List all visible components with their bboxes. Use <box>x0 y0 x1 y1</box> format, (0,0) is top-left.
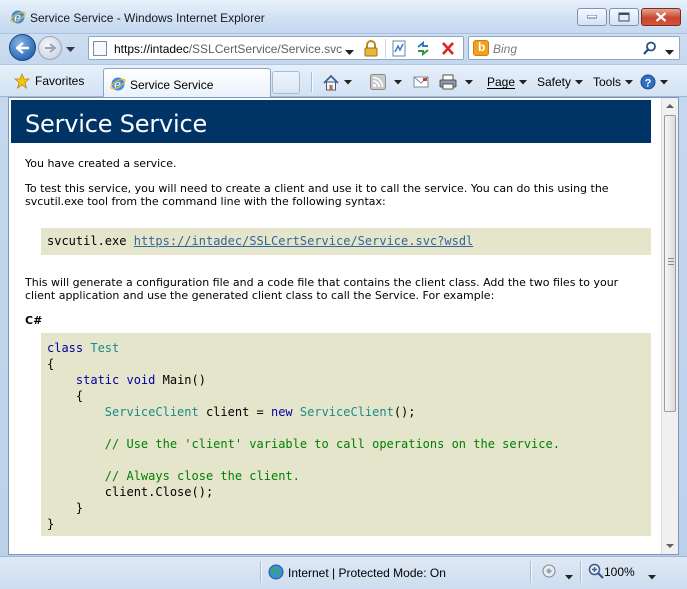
code-line: client.Close(); <box>104 485 214 499</box>
refresh-icon[interactable] <box>415 40 431 60</box>
address-input[interactable]: https://intadec/SSLCertService/Service.s… <box>114 42 342 56</box>
help-icon: ? <box>640 74 656 90</box>
security-zone-status[interactable]: Internet | Protected Mode: On <box>288 566 446 580</box>
address-domain: https://intadec <box>114 42 189 56</box>
compatibility-view-icon[interactable] <box>391 40 407 60</box>
read-mail-button[interactable] <box>413 73 429 91</box>
code-line: { <box>75 389 84 403</box>
address-path: /SSLCertService/Service.svc <box>188 42 343 56</box>
web-page: Service Service You have created a servi… <box>9 98 663 554</box>
home-dropdown-icon[interactable] <box>344 79 352 85</box>
vertical-scrollbar[interactable] <box>661 98 678 554</box>
page-dropdown-icon <box>519 79 528 84</box>
search-input[interactable]: Bing <box>493 42 517 56</box>
intro-text: You have created a service. <box>25 157 177 170</box>
maximize-button[interactable] <box>609 8 639 26</box>
navigation-bar: https://intadec/SSLCertService/Service.s… <box>0 34 687 62</box>
svcutil-command: svcutil.exe <box>47 234 127 248</box>
title-bar: e Service Service - Windows Internet Exp… <box>0 0 687 34</box>
page-icon <box>93 41 107 56</box>
window-title: Service Service - Windows Internet Explo… <box>30 11 265 25</box>
zoom-icon[interactable] <box>588 563 604 582</box>
status-bar: Internet | Protected Mode: On 100% <box>0 556 687 589</box>
page-heading-bar: Service Service <box>11 100 651 143</box>
code-comment: // Use the 'client' variable to call ope… <box>104 437 560 451</box>
svg-text:?: ? <box>645 77 652 89</box>
code-sample-box: class Test { static void Main() { Servic… <box>41 333 651 536</box>
home-button[interactable] <box>322 73 352 91</box>
code-line: { <box>47 357 55 371</box>
help-button[interactable]: ? <box>640 73 668 91</box>
forward-button[interactable] <box>38 36 62 60</box>
scrollbar-thumb[interactable] <box>664 115 676 412</box>
zoom-level[interactable]: 100% <box>604 565 635 579</box>
code-line: ServiceClient client = new ServiceClient… <box>104 405 416 419</box>
internet-globe-icon <box>268 564 284 583</box>
minimize-button[interactable] <box>577 8 607 26</box>
back-button[interactable] <box>9 34 36 61</box>
code-line: class Test <box>47 341 120 355</box>
print-icon <box>439 74 457 90</box>
print-button[interactable] <box>439 73 473 91</box>
page-menu[interactable]: Page <box>485 73 528 91</box>
tab-ie-icon: e <box>110 76 126 95</box>
help-dropdown-icon <box>660 79 668 84</box>
close-window-button[interactable] <box>641 8 681 26</box>
protected-mode-icon[interactable] <box>541 563 559 582</box>
code-comment: // Always close the client. <box>104 469 300 483</box>
address-dropdown-icon[interactable] <box>345 45 354 59</box>
language-label: C# <box>25 314 43 327</box>
ie-logo-icon: e <box>10 9 26 25</box>
safety-dropdown-icon <box>575 79 584 84</box>
generate-instructions: This will generate a configuration file … <box>25 276 619 302</box>
favorites-button[interactable]: Favorites <box>14 71 84 91</box>
tools-dropdown-icon <box>625 79 634 84</box>
scroll-up-icon[interactable] <box>662 98 678 115</box>
tab-label: Service Service <box>130 78 214 92</box>
tab-service-service[interactable]: e Service Service <box>103 68 271 98</box>
rss-feed-icon <box>370 74 386 90</box>
safety-menu[interactable]: Safety <box>535 73 584 91</box>
code-line: } <box>47 517 55 531</box>
tools-menu[interactable]: Tools <box>591 73 634 91</box>
lock-icon[interactable] <box>363 40 379 60</box>
home-icon <box>323 74 339 90</box>
print-dropdown-icon[interactable] <box>465 79 473 85</box>
favorites-label: Favorites <box>35 74 85 88</box>
search-icon[interactable] <box>643 41 657 58</box>
scroll-down-icon[interactable] <box>662 537 678 554</box>
feeds-button[interactable] <box>370 73 402 91</box>
safety-menu-label: Safety <box>537 75 572 89</box>
mail-icon <box>413 76 429 88</box>
history-dropdown-icon[interactable] <box>66 42 75 56</box>
content-viewport: Service Service You have created a servi… <box>8 97 679 555</box>
feeds-dropdown-icon[interactable] <box>394 79 402 85</box>
zoom-dropdown-icon[interactable] <box>648 569 656 583</box>
stop-icon[interactable] <box>440 40 456 60</box>
status-dropdown-icon[interactable] <box>565 569 573 583</box>
code-line: static void Main() <box>75 373 206 387</box>
favorites-star-icon <box>14 73 30 89</box>
search-options-dropdown-icon[interactable] <box>665 45 674 59</box>
code-line: } <box>75 501 84 515</box>
tools-menu-label: Tools <box>593 75 622 89</box>
page-menu-label: Page <box>487 75 516 89</box>
new-tab-button[interactable] <box>272 71 300 94</box>
page-title: Service Service <box>25 110 208 138</box>
bing-logo-icon: b <box>473 40 489 56</box>
address-bar[interactable]: https://intadec/SSLCertService/Service.s… <box>88 36 464 60</box>
test-instructions: To test this service, you will need to c… <box>25 182 609 208</box>
svcutil-command-box: svcutil.exe https://intadec/SSLCertServi… <box>41 228 651 255</box>
command-bar: Favorites e Service Service Page Safety … <box>0 64 687 98</box>
wsdl-link[interactable]: https://intadec/SSLCertService/Service.s… <box>134 234 474 248</box>
search-box[interactable]: b Bing <box>468 36 680 60</box>
